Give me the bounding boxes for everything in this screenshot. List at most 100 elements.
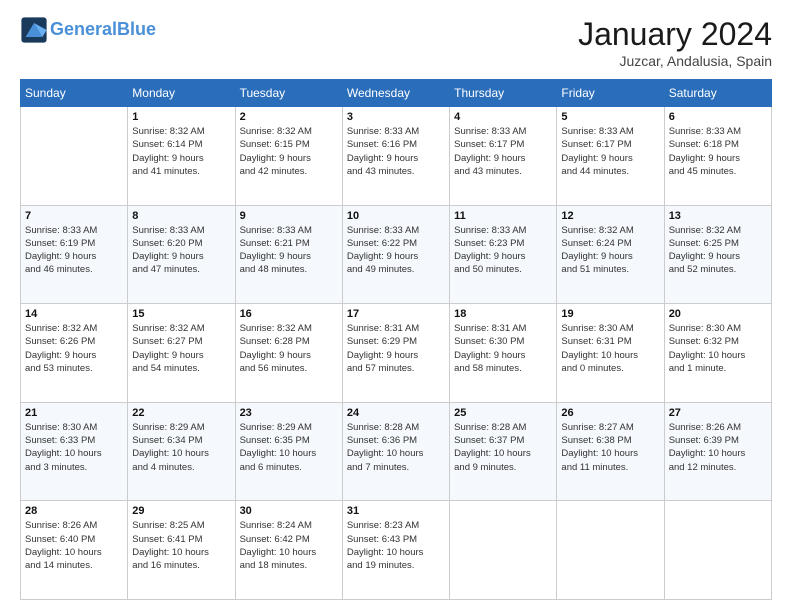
day-info: Sunrise: 8:33 AMSunset: 6:17 PMDaylight:…: [454, 125, 552, 178]
calendar-cell: 21 Sunrise: 8:30 AMSunset: 6:33 PMDayligh…: [21, 402, 128, 501]
title-block: January 2024 Juzcar, Andalusia, Spain: [578, 16, 772, 69]
calendar-cell: [450, 501, 557, 600]
calendar-cell: 12 Sunrise: 8:32 AMSunset: 6:24 PMDayligh…: [557, 205, 664, 304]
calendar-cell: 3 Sunrise: 8:33 AMSunset: 6:16 PMDaylight…: [342, 107, 449, 206]
calendar-cell: 13 Sunrise: 8:32 AMSunset: 6:25 PMDayligh…: [664, 205, 771, 304]
day-number: 15: [132, 308, 230, 320]
day-number: 16: [240, 308, 338, 320]
logo-line2: Blue: [117, 19, 156, 39]
day-info: Sunrise: 8:30 AMSunset: 6:31 PMDaylight:…: [561, 322, 659, 375]
day-info: Sunrise: 8:26 AMSunset: 6:40 PMDaylight:…: [25, 519, 123, 572]
header: GeneralBlue January 2024 Juzcar, Andalus…: [20, 16, 772, 69]
day-info: Sunrise: 8:28 AMSunset: 6:36 PMDaylight:…: [347, 421, 445, 474]
day-number: 11: [454, 210, 552, 222]
day-number: 28: [25, 505, 123, 517]
day-info: Sunrise: 8:28 AMSunset: 6:37 PMDaylight:…: [454, 421, 552, 474]
day-info: Sunrise: 8:29 AMSunset: 6:34 PMDaylight:…: [132, 421, 230, 474]
day-number: 31: [347, 505, 445, 517]
calendar-cell: 17Sunrise: 8:31 AMSunset: 6:29 PMDayligh…: [342, 304, 449, 403]
day-info: Sunrise: 8:32 AMSunset: 6:25 PMDaylight:…: [669, 224, 767, 277]
calendar-week-3: 14 Sunrise: 8:32 AMSunset: 6:26 PMDayligh…: [21, 304, 772, 403]
day-info: Sunrise: 8:33 AMSunset: 6:20 PMDaylight:…: [132, 224, 230, 277]
calendar-table: SundayMondayTuesdayWednesdayThursdayFrid…: [20, 79, 772, 600]
logo-line1: General: [50, 19, 117, 39]
calendar-cell: 27 Sunrise: 8:26 AMSunset: 6:39 PMDayligh…: [664, 402, 771, 501]
calendar-cell: 30 Sunrise: 8:24 AMSunset: 6:42 PMDayligh…: [235, 501, 342, 600]
calendar-week-1: 1Sunrise: 8:32 AMSunset: 6:14 PMDaylight…: [21, 107, 772, 206]
day-info: Sunrise: 8:31 AMSunset: 6:29 PMDaylight:…: [347, 322, 445, 375]
day-info: Sunrise: 8:32 AMSunset: 6:24 PMDaylight:…: [561, 224, 659, 277]
calendar-cell: 5Sunrise: 8:33 AMSunset: 6:17 PMDaylight…: [557, 107, 664, 206]
day-info: Sunrise: 8:33 AMSunset: 6:23 PMDaylight:…: [454, 224, 552, 277]
day-number: 21: [25, 407, 123, 419]
day-info: Sunrise: 8:33 AMSunset: 6:17 PMDaylight:…: [561, 125, 659, 178]
day-number: 23: [240, 407, 338, 419]
day-info: Sunrise: 8:30 AMSunset: 6:33 PMDaylight:…: [25, 421, 123, 474]
day-info: Sunrise: 8:32 AMSunset: 6:27 PMDaylight:…: [132, 322, 230, 375]
calendar-header-thursday: Thursday: [450, 80, 557, 107]
day-info: Sunrise: 8:30 AMSunset: 6:32 PMDaylight:…: [669, 322, 767, 375]
day-number: 2: [240, 111, 338, 123]
calendar-cell: 4Sunrise: 8:33 AMSunset: 6:17 PMDaylight…: [450, 107, 557, 206]
calendar-cell: 23 Sunrise: 8:29 AMSunset: 6:35 PMDayligh…: [235, 402, 342, 501]
day-number: 20: [669, 308, 767, 320]
day-number: 13: [669, 210, 767, 222]
day-number: 12: [561, 210, 659, 222]
calendar-cell: [557, 501, 664, 600]
calendar-header-row: SundayMondayTuesdayWednesdayThursdayFrid…: [21, 80, 772, 107]
day-number: 10: [347, 210, 445, 222]
calendar-cell: 7Sunrise: 8:33 AMSunset: 6:19 PMDaylight…: [21, 205, 128, 304]
day-number: 8: [132, 210, 230, 222]
day-info: Sunrise: 8:32 AMSunset: 6:28 PMDaylight:…: [240, 322, 338, 375]
calendar-cell: 16 Sunrise: 8:32 AMSunset: 6:28 PMDayligh…: [235, 304, 342, 403]
location: Juzcar, Andalusia, Spain: [578, 53, 772, 69]
day-number: 7: [25, 210, 123, 222]
calendar-cell: 2 Sunrise: 8:32 AMSunset: 6:15 PMDaylight…: [235, 107, 342, 206]
day-number: 24: [347, 407, 445, 419]
calendar-cell: 1Sunrise: 8:32 AMSunset: 6:14 PMDaylight…: [128, 107, 235, 206]
day-number: 9: [240, 210, 338, 222]
month-title: January 2024: [578, 16, 772, 53]
day-info: Sunrise: 8:27 AMSunset: 6:38 PMDaylight:…: [561, 421, 659, 474]
calendar-cell: 20 Sunrise: 8:30 AMSunset: 6:32 PMDayligh…: [664, 304, 771, 403]
logo: GeneralBlue: [20, 16, 156, 44]
calendar-cell: 19 Sunrise: 8:30 AMSunset: 6:31 PMDayligh…: [557, 304, 664, 403]
calendar-cell: 14 Sunrise: 8:32 AMSunset: 6:26 PMDayligh…: [21, 304, 128, 403]
day-info: Sunrise: 8:33 AMSunset: 6:18 PMDaylight:…: [669, 125, 767, 178]
day-number: 22: [132, 407, 230, 419]
logo-text: GeneralBlue: [50, 20, 156, 40]
day-info: Sunrise: 8:25 AMSunset: 6:41 PMDaylight:…: [132, 519, 230, 572]
day-info: Sunrise: 8:32 AMSunset: 6:26 PMDaylight:…: [25, 322, 123, 375]
day-info: Sunrise: 8:33 AMSunset: 6:22 PMDaylight:…: [347, 224, 445, 277]
calendar-cell: 26 Sunrise: 8:27 AMSunset: 6:38 PMDayligh…: [557, 402, 664, 501]
day-number: 26: [561, 407, 659, 419]
day-info: Sunrise: 8:32 AMSunset: 6:15 PMDaylight:…: [240, 125, 338, 178]
calendar-header-tuesday: Tuesday: [235, 80, 342, 107]
day-number: 6: [669, 111, 767, 123]
calendar-cell: 24 Sunrise: 8:28 AMSunset: 6:36 PMDayligh…: [342, 402, 449, 501]
day-number: 30: [240, 505, 338, 517]
calendar-week-5: 28 Sunrise: 8:26 AMSunset: 6:40 PMDayligh…: [21, 501, 772, 600]
calendar-header-monday: Monday: [128, 80, 235, 107]
calendar-header-saturday: Saturday: [664, 80, 771, 107]
calendar-cell: 11 Sunrise: 8:33 AMSunset: 6:23 PMDayligh…: [450, 205, 557, 304]
day-number: 19: [561, 308, 659, 320]
day-number: 29: [132, 505, 230, 517]
calendar-cell: 31 Sunrise: 8:23 AMSunset: 6:43 PMDayligh…: [342, 501, 449, 600]
day-number: 27: [669, 407, 767, 419]
day-info: Sunrise: 8:23 AMSunset: 6:43 PMDaylight:…: [347, 519, 445, 572]
day-info: Sunrise: 8:24 AMSunset: 6:42 PMDaylight:…: [240, 519, 338, 572]
day-number: 14: [25, 308, 123, 320]
calendar-cell: 9 Sunrise: 8:33 AMSunset: 6:21 PMDaylight…: [235, 205, 342, 304]
day-number: 3: [347, 111, 445, 123]
calendar-cell: 10 Sunrise: 8:33 AMSunset: 6:22 PMDayligh…: [342, 205, 449, 304]
day-info: Sunrise: 8:29 AMSunset: 6:35 PMDaylight:…: [240, 421, 338, 474]
calendar-cell: 15 Sunrise: 8:32 AMSunset: 6:27 PMDayligh…: [128, 304, 235, 403]
calendar-cell: 8 Sunrise: 8:33 AMSunset: 6:20 PMDaylight…: [128, 205, 235, 304]
day-info: Sunrise: 8:26 AMSunset: 6:39 PMDaylight:…: [669, 421, 767, 474]
day-info: Sunrise: 8:33 AMSunset: 6:21 PMDaylight:…: [240, 224, 338, 277]
calendar-header-sunday: Sunday: [21, 80, 128, 107]
logo-icon: [20, 16, 48, 44]
day-info: Sunrise: 8:33 AMSunset: 6:16 PMDaylight:…: [347, 125, 445, 178]
calendar-week-4: 21 Sunrise: 8:30 AMSunset: 6:33 PMDayligh…: [21, 402, 772, 501]
